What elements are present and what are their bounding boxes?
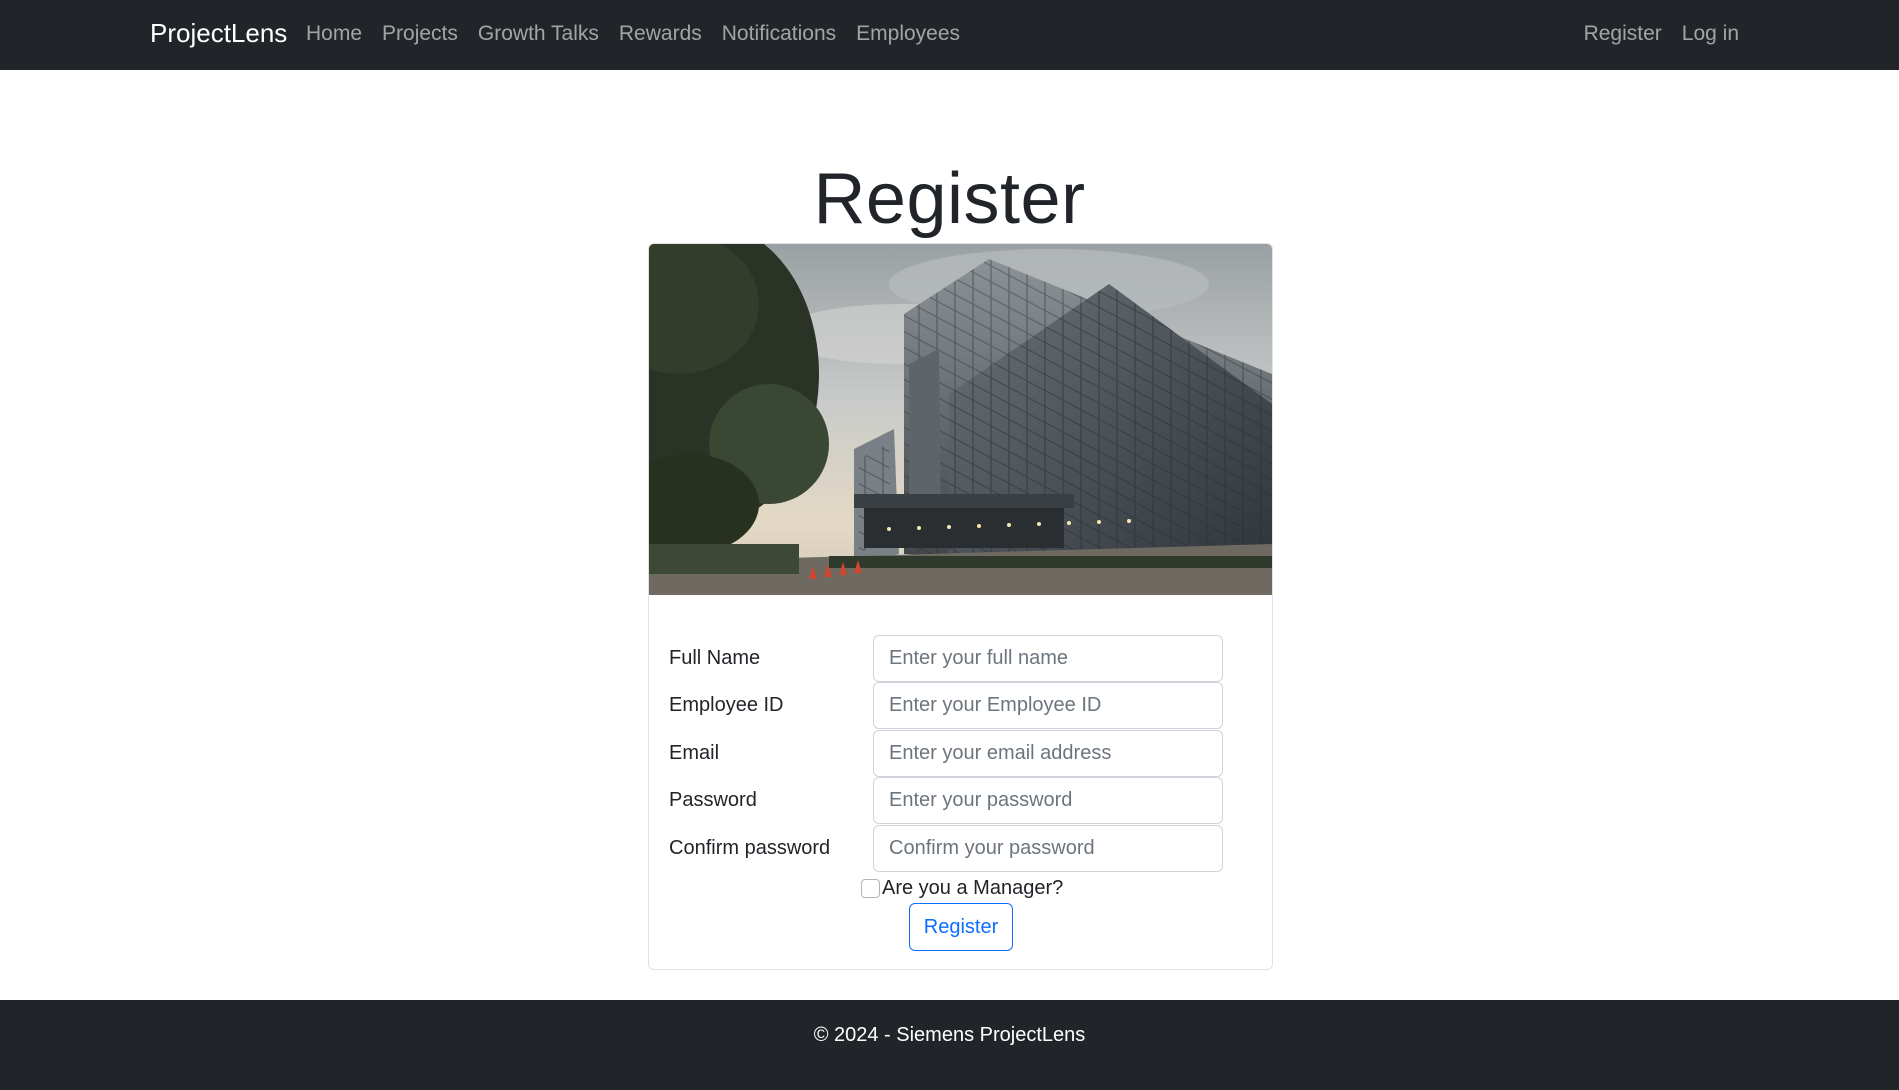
email-row: Email xyxy=(649,730,1272,778)
register-card: Full Name Employee ID Email Password Con… xyxy=(648,243,1273,970)
nav-employees[interactable]: Employees xyxy=(846,22,970,46)
employee-id-row: Employee ID xyxy=(649,682,1272,730)
employee-id-label: Employee ID xyxy=(669,694,784,716)
nav-register[interactable]: Register xyxy=(1574,22,1672,46)
building-photo xyxy=(649,244,1272,595)
password-row: Password xyxy=(649,777,1272,825)
full-name-row: Full Name xyxy=(649,635,1272,683)
nav-links: Home Projects Growth Talks Rewards Notif… xyxy=(296,22,970,46)
page-title: Register xyxy=(813,159,1086,239)
footer-copyright: © 2024 - Siemens ProjectLens xyxy=(813,1024,1086,1046)
manager-checkbox[interactable] xyxy=(861,879,880,898)
top-navbar: ProjectLens Home Projects Growth Talks R… xyxy=(0,0,1899,70)
confirm-password-label: Confirm password xyxy=(669,837,831,859)
full-name-input[interactable] xyxy=(873,635,1223,682)
nav-projects[interactable]: Projects xyxy=(372,22,468,46)
full-name-label: Full Name xyxy=(669,647,761,669)
email-label: Email xyxy=(669,742,720,764)
nav-rewards[interactable]: Rewards xyxy=(609,22,712,46)
nav-auth-links: Register Log in xyxy=(1574,22,1749,46)
email-input[interactable] xyxy=(873,730,1223,777)
nav-growth-talks[interactable]: Growth Talks xyxy=(468,22,609,46)
brand-link[interactable]: ProjectLens xyxy=(150,18,287,49)
manager-checkbox-label[interactable]: Are you a Manager? xyxy=(882,877,1063,900)
nav-notifications[interactable]: Notifications xyxy=(712,22,846,46)
nav-home[interactable]: Home xyxy=(296,22,372,46)
confirm-password-row: Confirm password xyxy=(649,825,1272,873)
password-label: Password xyxy=(669,789,757,811)
nav-login[interactable]: Log in xyxy=(1672,22,1749,46)
register-button[interactable]: Register xyxy=(909,903,1013,951)
manager-check-row: Are you a Manager? xyxy=(861,877,1063,900)
password-input[interactable] xyxy=(873,777,1223,824)
confirm-password-input[interactable] xyxy=(873,825,1223,872)
employee-id-input[interactable] xyxy=(873,682,1223,729)
footer: © 2024 - Siemens ProjectLens xyxy=(0,1000,1899,1090)
